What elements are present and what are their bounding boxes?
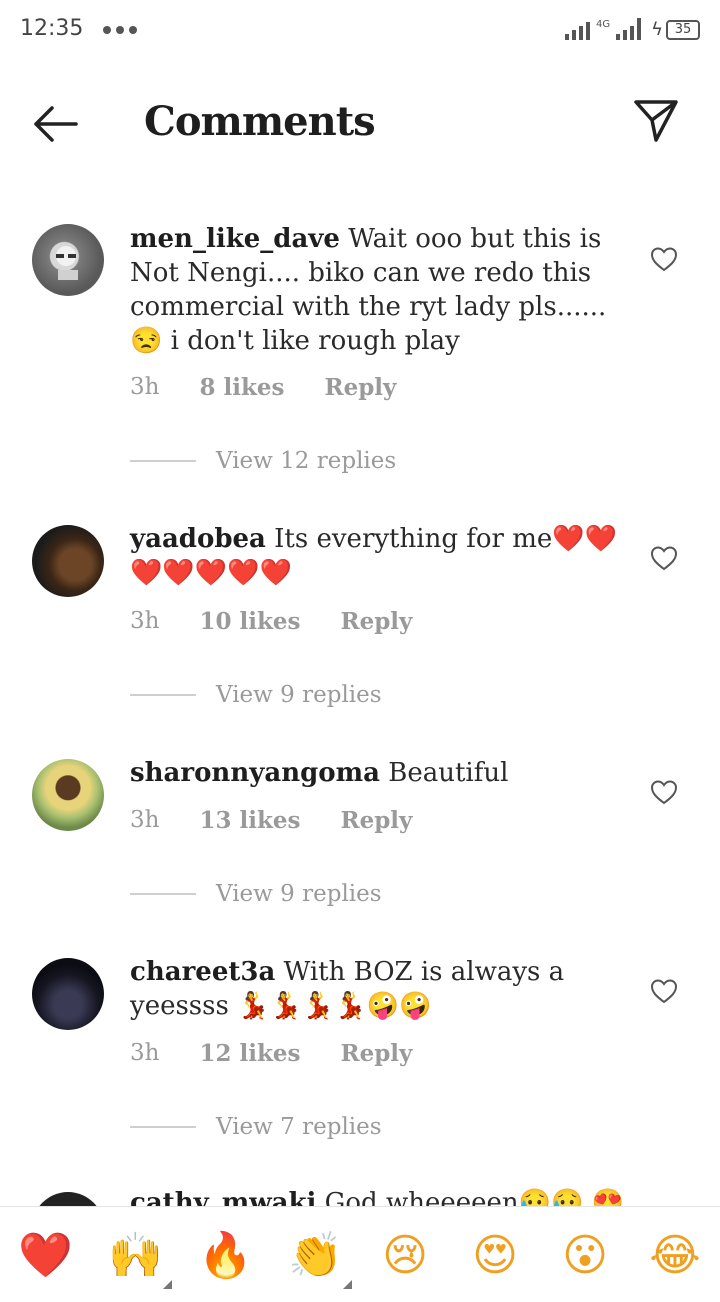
comment-text: men_like_dave Wait ooo but this is Not N… [130,222,620,358]
comment-meta: 3h 10 likes Reply [130,608,412,635]
tears-of-joy-icon[interactable]: 😂 [648,1229,702,1283]
comment-item-partial: cathy_mwaki God wheeeeen😥😥 😍 [0,1188,720,1206]
comment-text: cathy_mwaki God wheeeeen😥😥 😍 [130,1188,624,1206]
divider-line [130,1126,196,1128]
comment-meta: 3h 12 likes Reply [130,1040,412,1067]
fire-icon[interactable]: 🔥 [198,1229,253,1283]
likes-count[interactable]: 12 likes [199,1040,300,1067]
avatar-logo-icon [56,246,78,280]
avatar[interactable] [32,525,104,597]
comment-time: 3h [130,1040,160,1066]
likes-count[interactable]: 13 likes [199,807,300,834]
likes-count[interactable]: 10 likes [199,608,300,635]
signal-icon [565,18,590,40]
comment-message: God wheeeeen😥😥 😍 [316,1188,625,1206]
like-heart-icon[interactable] [650,978,678,1004]
view-replies-button[interactable]: View 7 replies [130,1114,382,1140]
view-replies-button[interactable]: View 12 replies [130,448,396,474]
heart-eyes-icon[interactable]: 😍 [468,1229,522,1283]
comment-item: sharonnyangoma Beautiful 3h 13 likes Rep… [0,756,720,916]
comment-username[interactable]: chareet3a [130,957,275,987]
comment-time: 3h [130,374,160,400]
send-direct-icon[interactable] [632,98,680,144]
comment-text: sharonnyangoma Beautiful [130,756,620,790]
likes-count[interactable]: 8 likes [199,374,284,401]
comment-text: yaadobea Its everything for me❤️❤️❤️❤️❤️… [130,522,620,590]
clapping-hands-icon[interactable]: 👏 [288,1229,352,1289]
comment-text: chareet3a With BOZ is always a yeessss 💃… [130,955,620,1023]
view-replies-label: View 9 replies [216,881,382,907]
comment-username[interactable]: men_like_dave [130,224,340,254]
network-type: 4G [596,19,611,30]
comment-meta: 3h 13 likes Reply [130,807,412,834]
comment-message: Beautiful [379,758,509,788]
comment-item: men_like_dave Wait ooo but this is Not N… [0,222,720,482]
status-icons: 4G ϟ 35 [565,18,700,40]
comment-username[interactable]: yaadobea [130,524,266,554]
notification-dots-icon [103,26,137,34]
comment-item: chareet3a With BOZ is always a yeessss 💃… [0,955,720,1155]
back-arrow-icon[interactable] [32,104,78,144]
status-bar: 12:35 4G ϟ 35 [0,0,720,64]
comment-meta: 3h 8 likes Reply [130,374,396,401]
reply-button[interactable]: Reply [340,608,412,635]
reply-button[interactable]: Reply [340,1040,412,1067]
divider-line [130,460,196,462]
comment-item: yaadobea Its everything for me❤️❤️❤️❤️❤️… [0,522,720,722]
view-replies-button[interactable]: View 9 replies [130,881,382,907]
header: Comments [0,64,720,184]
view-replies-button[interactable]: View 9 replies [130,682,382,708]
red-heart-icon[interactable]: ❤️ [18,1229,73,1283]
comment-username[interactable]: sharonnyangoma [130,758,380,788]
avatar[interactable] [32,224,104,296]
battery-icon: ϟ 35 [651,19,700,40]
view-replies-label: View 9 replies [216,682,382,708]
status-time: 12:35 [20,16,84,41]
comment-time: 3h [130,608,160,634]
raising-hands-icon[interactable]: 🙌 [108,1229,172,1289]
signal-icon-2 [616,18,642,40]
divider-line [130,694,196,696]
emoji-reaction-bar: ❤️ 🙌 🔥 👏 😢 😍 😮 😂 [0,1206,720,1302]
divider-line [130,893,196,895]
comment-time: 3h [130,807,160,833]
avatar[interactable] [32,958,104,1030]
like-heart-icon[interactable] [650,545,678,571]
like-heart-icon[interactable] [650,779,678,805]
comment-username[interactable]: cathy_mwaki [130,1188,316,1206]
like-heart-icon[interactable] [650,246,678,272]
avatar[interactable] [32,759,104,831]
reply-button[interactable]: Reply [340,807,412,834]
reply-button[interactable]: Reply [324,374,396,401]
avatar[interactable] [32,1192,104,1206]
charging-icon: ϟ [651,19,663,40]
battery-level: 35 [666,19,700,40]
view-replies-label: View 7 replies [216,1114,382,1140]
view-replies-label: View 12 replies [216,448,397,474]
page-title: Comments [144,98,376,145]
surprised-face-icon[interactable]: 😮 [558,1229,612,1283]
crying-face-icon[interactable]: 😢 [378,1229,432,1283]
